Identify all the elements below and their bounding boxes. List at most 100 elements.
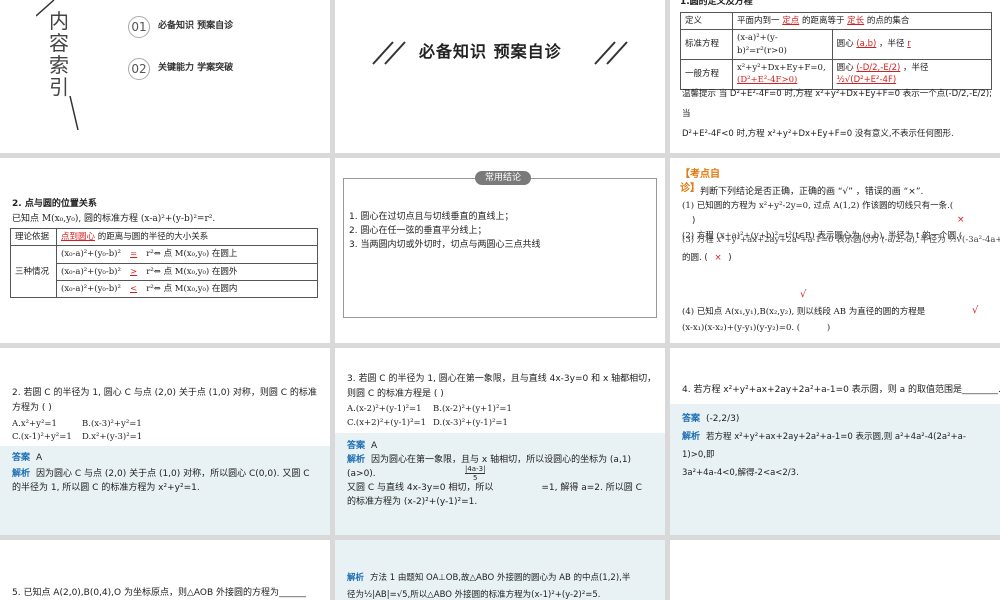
analysis-text: 若方程 x²+y²+ax+2ay+2a²+a-1=0 表示圆,则 a²+4a²-… xyxy=(682,432,966,460)
slide-section-heading[interactable]: 必备知识 预案自诊 xyxy=(335,0,665,153)
analysis-text: (a>0). xyxy=(347,469,376,479)
question-text: ) xyxy=(826,323,831,333)
text: 的距离等于 xyxy=(801,16,845,26)
index-label: 必备知识 预案自诊 xyxy=(158,21,234,32)
slide-common-conclusions[interactable]: 常用结论 1. 圆心在过切点且与切线垂直的直线上； 2. 圆心在任一弦的垂直平分… xyxy=(335,158,665,343)
fraction: |4a-3| 5 xyxy=(465,465,486,482)
slide-self-check[interactable]: 【考点自 诊】 判断下列结论是否正确，正确的画 “√” ，错误的画 “×”. (… xyxy=(670,158,1000,343)
text: r²⇔ 点 M(x₀,y₀) 在圆内 xyxy=(146,283,238,294)
intro-text: 已知点 M(x₀,y₀), 圆的标准方程 (x-a)²+(y-b)²=r². xyxy=(12,214,216,224)
mark-wrong: × xyxy=(957,215,965,225)
conclusion-list: 1. 圆心在过切点且与切线垂直的直线上； 2. 圆心在任一弦的垂直平分线上； 3… xyxy=(349,210,540,252)
option-a[interactable]: A.x²+y²=1 xyxy=(12,418,82,431)
fill-blank: > xyxy=(130,266,138,277)
option-c[interactable]: C.(x-1)²+y²=1 xyxy=(12,431,82,444)
analysis-label: 解析 xyxy=(347,573,365,583)
slide-heading: 1.圆的定义及方程 xyxy=(680,0,753,7)
text: (x₀-a)²+(y₀-b)² xyxy=(61,249,121,260)
text: (x₀-a)²+(y₀-b)² xyxy=(61,283,121,294)
row-key: 三种情况 xyxy=(10,245,57,299)
option-d[interactable]: D.(x-3)²+(y-1)²=1 xyxy=(433,418,508,428)
slide-question-2[interactable]: 2. 若圆 C 的半径为 1, 圆心 C 与点 (2,0) 关于点 (1,0) … xyxy=(0,348,330,535)
index-item-01[interactable]: 01 必备知识 预案自诊 xyxy=(128,16,233,38)
fill-blank: 定点 xyxy=(782,16,800,26)
text: 的点的集合 xyxy=(866,16,910,26)
analysis-label: 解析 xyxy=(12,469,31,480)
text: x²+y²+Dx+Ey+F=0, xyxy=(737,62,826,73)
table-row: 理论依据 点到圆心 的距离与圆的半径的大小关系 xyxy=(10,227,318,247)
row-key: 定义 xyxy=(680,11,733,31)
slide-question-3[interactable]: 3. 若圆 C 的半径为 1, 圆心在第一象限，且与直线 4x-3y=0 和 x… xyxy=(335,348,665,535)
question-1-close: ) xyxy=(692,216,696,226)
decor-line-icon xyxy=(69,96,79,131)
analysis-text: 方法 1 由题知 OA⊥OB,故△ABO 外接圆的圆心为 AB 的中点(1,2)… xyxy=(370,573,631,583)
answer-value: (-2,2/3) xyxy=(706,414,740,424)
options: A.x²+y²=1 B.(x-3)²+y²=1 C.(x-1)²+y²=1 D.x²… xyxy=(12,418,142,444)
slide-point-circle-position[interactable]: 2. 点与圆的位置关系 已知点 M(x₀,y₀), 圆的标准方程 (x-a)²+… xyxy=(0,158,330,343)
list-item: 3. 当两圆内切或外切时，切点与两圆心三点共线 xyxy=(349,240,541,250)
row-value: (x-a)²+(y-b)²=r²(r>0) xyxy=(732,29,833,60)
row-key: 标准方程 xyxy=(680,29,733,60)
answer-label: 答案 xyxy=(682,414,701,424)
definition-table: 定义 平面内到一 定点 的距离等于 定长 的点的集合 标准方程 (x-a)²+(… xyxy=(680,11,993,90)
self-check-intro: 判断下列结论是否正确，正确的画 “√” ，错误的画 “×”. xyxy=(700,187,924,197)
option-d[interactable]: D.x²+(y-3)²=1 xyxy=(82,432,142,442)
position-table: 理论依据 点到圆心 的距离与圆的半径的大小关系 三种情况 (x₀-a)²+(y₀… xyxy=(10,227,318,299)
fraction-numerator: |4a-3| xyxy=(465,465,486,474)
index-item-02[interactable]: 02 关键能力 学案突破 xyxy=(128,58,233,80)
slide-contents-index[interactable]: 内 容 索 引 01 必备知识 预案自诊 02 关键能力 学案突破 xyxy=(0,0,330,153)
question-text: 2. 若圆 C 的半径为 1, 圆心 C 与点 (2,0) 关于点 (1,0) … xyxy=(12,388,317,398)
index-label: 关键能力 学案突破 xyxy=(158,63,234,74)
question-stem: 3. 若圆 C 的半径为 1, 圆心在第一象限，且与直线 4x-3y=0 和 x… xyxy=(347,372,659,402)
fill-blank: r xyxy=(907,39,911,50)
answer-panel: 答案 (-2,2/3) 解析 若方程 x²+y²+ax+2ay+2a²+a-1=0 … xyxy=(670,404,1000,535)
row-value: 点到圆心 的距离与圆的半径的大小关系 xyxy=(56,227,318,247)
question-text: 则圆 C 的标准方程是 ( ) xyxy=(347,389,444,399)
fill-blank: (-D/2,-E/2) xyxy=(856,62,901,73)
analysis-text: 的标准方程为 (x-2)²+(y-1)²=1. xyxy=(347,497,478,507)
slide-question-5[interactable]: 5. 已知点 A(2,0),B(0,4),O 为坐标原点，则△AOB 外接圆的方… xyxy=(0,540,330,600)
question-1: (1) 已知圆的方程为 x²+y²-2y=0, 过点 A(1,2) 作该圆的切线… xyxy=(682,200,953,212)
fill-blank: 定长 xyxy=(847,16,865,26)
question-text: 5. 已知点 A(2,0),B(0,4),O 为坐标原点，则△AOB 外接圆的方… xyxy=(12,588,307,598)
option-b[interactable]: B.(x-3)²+y²=1 xyxy=(82,419,142,429)
slide-question-5-analysis[interactable]: 解析 方法 1 由题知 OA⊥OB,故△ABO 外接圆的圆心为 AB 的中点(1,… xyxy=(335,540,665,600)
text: 平面内到一 xyxy=(737,16,780,26)
tip-line: D²+E²-4F<0 时,方程 x²+y²+Dx+Ey+F=0 没有意义,不表示… xyxy=(682,129,954,139)
analysis-text: 又圆 C 与直线 4x-3y=0 相切，所以 xyxy=(347,483,494,493)
answer-value: A xyxy=(371,441,378,451)
question-4: (4) 已知点 A(x₁,y₁),B(x₂,y₂), 则以线段 AB 为直径的圆… xyxy=(682,307,926,317)
answer-label: 答案 xyxy=(12,453,31,463)
question-text: (x-x₁)(x-x₂)+(y-y₁)(y-y₂)=0. ( xyxy=(682,323,801,333)
analysis-block: 解析 方法 1 由题知 OA⊥OB,故△ABO 外接圆的圆心为 AB 的中点(1,… xyxy=(347,570,659,600)
question-4-tail: (x-x₁)(x-x₂)+(y-y₁)(y-y₂)=0. ( ) xyxy=(682,322,830,334)
text: r²⇔ 点 M(x₀,y₀) 在圆上 xyxy=(146,249,238,260)
row-value: 平面内到一 定点 的距离等于 定长 的点的集合 xyxy=(732,11,992,31)
index-number: 02 xyxy=(128,58,150,80)
option-a[interactable]: A.(x-2)²+(y-1)²=1 xyxy=(347,402,433,416)
case-row: (x₀-a)²+(y₀-b)² > r²⇔ 点 M(x₀,y₀) 在圆外 xyxy=(56,262,318,281)
mark-correct: √ xyxy=(972,305,979,316)
text: (x₀-a)²+(y₀-b)² xyxy=(61,266,121,277)
slide-circle-definition[interactable]: 1.圆的定义及方程 定义 平面内到一 定点 的距离等于 定长 的点的集合 标准方… xyxy=(670,0,1000,153)
table-row: 三种情况 (x₀-a)²+(y₀-b)² = r²⇔ 点 M(x₀,y₀) 在圆… xyxy=(10,245,318,299)
tip-text: 温馨提示 当 D²+E²-4F=0 时,方程 x²+y²+Dx+Ey+F=0 表… xyxy=(682,84,992,144)
question-text: (1) 已知圆的方程为 x²+y²-2y=0, 过点 A(1,2) 作该圆的切线… xyxy=(682,201,954,211)
analysis-label: 解析 xyxy=(347,455,366,465)
analysis-label: 解析 xyxy=(682,432,701,442)
option-b[interactable]: B.(x-2)²+(y+1)²=1 xyxy=(433,404,512,414)
slide-blank[interactable] xyxy=(670,540,1000,600)
slide-question-4[interactable]: 4. 若方程 x²+y²+ax+2ay+2a²+a-1=0 表示圆，则 a 的取… xyxy=(670,348,1000,535)
tag-line: 【考点自 xyxy=(680,169,720,180)
text: ，半径 xyxy=(903,62,929,73)
answer-label: 答案 xyxy=(347,441,366,451)
case-row: (x₀-a)²+(y₀-b)² < r²⇔ 点 M(x₀,y₀) 在圆内 xyxy=(56,279,318,299)
text: 的距离与圆的半径的大小关系 xyxy=(97,232,209,242)
tip-line: 温馨提示 当 D²+E²-4F=0 时,方程 x²+y²+Dx+Ey+F=0 表… xyxy=(682,89,993,119)
option-c[interactable]: C.(x+2)²+(y-1)²=1 xyxy=(347,416,433,430)
text: ，半径 xyxy=(879,39,905,50)
table-row: 标准方程 (x-a)²+(y-b)²=r²(r>0) 圆心 (a,b) ，半径 … xyxy=(680,29,993,60)
mark-correct: √ xyxy=(800,289,807,300)
list-item: 1. 圆心在过切点且与切线垂直的直线上； xyxy=(349,212,514,222)
table-row: (x₀-a)²+(y₀-b)² > r²⇔ 点 M(x₀,y₀) 在圆外 xyxy=(11,262,318,281)
